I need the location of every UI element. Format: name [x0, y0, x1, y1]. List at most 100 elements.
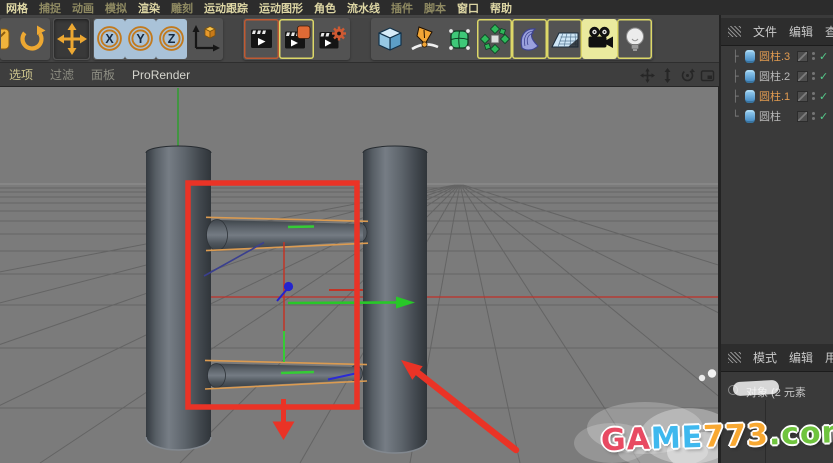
mograph-cloner-button[interactable]: [477, 19, 512, 59]
lock-x-axis-icon: X: [97, 26, 122, 51]
spline-pen-icon: [410, 25, 439, 50]
floor-button[interactable]: [547, 19, 582, 59]
visibility-dots-icon[interactable]: [812, 92, 815, 100]
lock-z-axis-icon: Z: [159, 26, 184, 51]
attribute-manager-menubar: 模式 编辑 用户: [721, 344, 833, 372]
om-menu-edit[interactable]: 编辑: [789, 23, 813, 40]
object-row[interactable]: ├ 圆柱.3 ✓: [721, 46, 833, 66]
menu-plugins[interactable]: 插件: [391, 0, 413, 16]
svg-text:Z: Z: [168, 32, 176, 46]
gizmo-green-arrow-shaft[interactable]: [287, 301, 397, 305]
menu-pipeline[interactable]: 流水线: [347, 0, 380, 16]
coordinate-system-button[interactable]: [187, 19, 222, 59]
watermark-segment: 773: [702, 417, 770, 455]
panel-grip-icon[interactable]: [728, 26, 741, 37]
enabled-check-icon[interactable]: ✓: [819, 70, 833, 83]
menu-window[interactable]: 窗口: [457, 0, 479, 16]
visibility-dots-icon[interactable]: [812, 52, 815, 60]
object-row[interactable]: ├ 圆柱.1 ✓: [721, 86, 833, 106]
object-row[interactable]: └ 圆柱 ✓: [721, 106, 833, 126]
svg-text:Y: Y: [136, 32, 145, 46]
gizmo-z-handle-knob[interactable]: [283, 281, 294, 292]
viewport-3d[interactable]: [0, 87, 719, 463]
app-window: 网格 捕捉 动画 模拟 渲染 雕刻 运动跟踪 运动图形 角色 流水线 插件 脚本…: [0, 0, 833, 463]
pan-icon[interactable]: [639, 67, 655, 83]
object-label[interactable]: 圆柱.3: [759, 48, 797, 64]
lock-y-axis-icon: Y: [128, 26, 153, 51]
am-menu-edit[interactable]: 编辑: [789, 349, 813, 366]
spline-pen-button[interactable]: [407, 19, 442, 59]
am-menu-user[interactable]: 用户: [825, 349, 833, 366]
layer-toggle-icon[interactable]: [797, 90, 808, 102]
lock-z-axis-button[interactable]: Z: [156, 18, 187, 59]
coordinate-system-icon: [192, 25, 220, 52]
toolbar: X Y Z: [0, 15, 719, 62]
viewport-menu-prorender[interactable]: ProRender: [132, 68, 190, 82]
svg-text:X: X: [105, 32, 114, 46]
object-row[interactable]: ├ 圆柱.2 ✓: [721, 66, 833, 86]
visibility-dots-icon[interactable]: [812, 112, 815, 120]
menu-render[interactable]: 渲染: [138, 0, 160, 16]
enabled-check-icon[interactable]: ✓: [819, 90, 833, 103]
move-tool-button[interactable]: [54, 18, 89, 59]
menu-character[interactable]: 角色: [314, 0, 336, 16]
selection-tool-button[interactable]: [1, 19, 14, 59]
menubar: 网格 捕捉 动画 模拟 渲染 雕刻 运动跟踪 运动图形 角色 流水线 插件 脚本…: [0, 0, 833, 15]
gizmo-y-tick-bottom: [280, 370, 315, 375]
dolly-icon[interactable]: [659, 67, 675, 83]
om-menu-file[interactable]: 文件: [753, 23, 777, 40]
menu-animate[interactable]: 动画: [72, 0, 94, 16]
deformer-button[interactable]: [512, 19, 547, 59]
camera-button[interactable]: [582, 18, 617, 59]
add-cube-button[interactable]: [372, 19, 407, 59]
light-button[interactable]: [617, 19, 652, 59]
viewport-menu-filter[interactable]: 过滤: [50, 66, 74, 83]
camera-icon: [588, 26, 613, 48]
maximize-icon[interactable]: [699, 67, 715, 83]
render-to-picture-viewer-button[interactable]: [279, 19, 314, 59]
om-menu-view[interactable]: 查看: [825, 23, 833, 40]
watermark-segment: ME: [650, 419, 704, 457]
menu-motion-tracker[interactable]: 运动跟踪: [204, 0, 248, 16]
menu-snap[interactable]: 捕捉: [39, 0, 61, 16]
render-view-icon: [250, 29, 272, 48]
menu-simulate[interactable]: 模拟: [105, 0, 127, 16]
menu-help[interactable]: 帮助: [490, 0, 512, 16]
object-label[interactable]: 圆柱.2: [759, 68, 797, 84]
menu-sculpt[interactable]: 雕刻: [171, 0, 193, 16]
visibility-dots-icon[interactable]: [812, 72, 815, 80]
subdivision-surface-button[interactable]: [442, 19, 477, 59]
lock-y-axis-button[interactable]: Y: [125, 18, 156, 59]
object-label[interactable]: 圆柱: [759, 108, 797, 124]
panel-grip-icon[interactable]: [728, 352, 741, 363]
cylinder-object-icon: [745, 69, 755, 83]
enabled-check-icon[interactable]: ✓: [819, 50, 833, 63]
menu-script[interactable]: 脚本: [424, 0, 446, 16]
edit-render-settings-button[interactable]: [314, 19, 349, 59]
menu-mograph[interactable]: 运动图形: [259, 0, 303, 16]
lock-x-axis-button[interactable]: X: [94, 18, 125, 59]
orbit-icon[interactable]: [679, 67, 695, 83]
tree-end-icon: └: [732, 109, 739, 123]
object-label[interactable]: 圆柱.1: [759, 88, 797, 104]
viewport-menu-panel[interactable]: 面板: [91, 66, 115, 83]
enabled-check-icon[interactable]: ✓: [819, 110, 833, 123]
render-settings-icon: [319, 26, 346, 48]
watermark-segment: .com: [768, 414, 833, 453]
render-view-button[interactable]: [244, 19, 279, 59]
rotate-tool-button[interactable]: [14, 19, 49, 59]
layer-toggle-icon[interactable]: [797, 110, 808, 122]
am-menu-mode[interactable]: 模式: [753, 349, 777, 366]
layer-toggle-icon[interactable]: [797, 70, 808, 82]
object-manager-empty-area[interactable]: [721, 126, 833, 341]
object-list: ├ 圆柱.3 ✓ ├ 圆柱.2 ✓ ├ 圆柱.1 ✓ └ 圆柱 ✓: [721, 46, 833, 126]
floor-icon: [550, 32, 578, 47]
tree-branch-icon: ├: [732, 89, 739, 103]
layer-toggle-icon[interactable]: [797, 50, 808, 62]
menu-mesh[interactable]: 网格: [6, 0, 28, 16]
viewport-menu-options[interactable]: 选项: [9, 66, 33, 83]
move-tool-icon: [56, 22, 87, 55]
cylinder-right[interactable]: [362, 145, 428, 454]
scene-svg: [0, 87, 718, 463]
rotate-tool-icon: [19, 25, 45, 51]
